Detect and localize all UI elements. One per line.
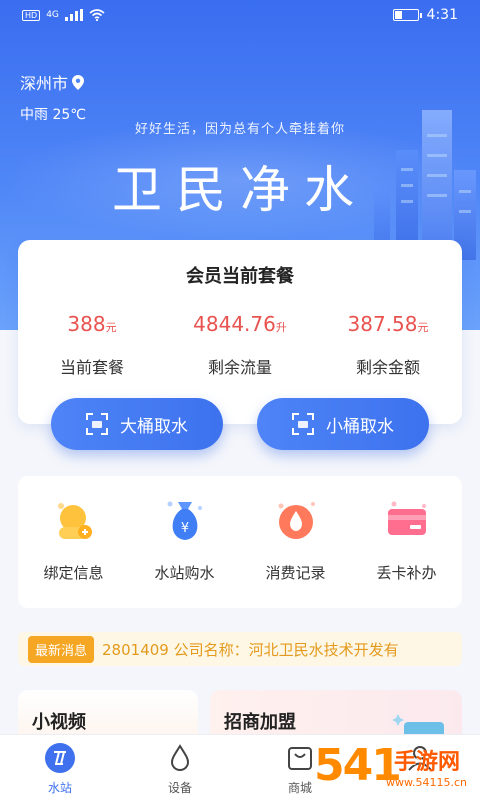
member-plan-card: 会员当前套餐 388元 当前套餐 4844.76升 剩余流量 387.58元 剩… xyxy=(18,240,462,424)
tab-label: 水站 xyxy=(47,781,72,795)
site-watermark: 541 手游网 www.54115.cn xyxy=(314,740,474,798)
hd-icon: HD xyxy=(22,9,41,21)
service-label: 绑定信息 xyxy=(43,564,104,582)
service-buy-water[interactable]: ¥ 水站购水 xyxy=(129,476,240,608)
stat-unit: 升 xyxy=(275,321,287,334)
news-text[interactable]: 2801409 公司名称：河北卫民水技术开发有 xyxy=(102,639,399,660)
stat-current-plan[interactable]: 388元 当前套餐 xyxy=(18,312,166,378)
service-consumption-record[interactable]: 消费记录 xyxy=(240,476,351,608)
big-bucket-button[interactable]: 大桶取水 xyxy=(51,398,223,450)
card-title: 会员当前套餐 xyxy=(186,266,294,287)
money-bag-icon: ¥ xyxy=(167,501,202,540)
tab-device[interactable]: 设备 xyxy=(120,735,240,800)
location-weather[interactable]: 深州市 中雨 25℃ xyxy=(20,70,86,124)
service-label: 水站购水 xyxy=(154,564,215,582)
network-label: 4G xyxy=(46,10,59,20)
tab-label: 商城 xyxy=(287,781,312,795)
stat-value: 388 xyxy=(67,312,106,336)
svg-text:¥: ¥ xyxy=(180,521,188,536)
brand-title: 卫民净水 xyxy=(112,161,368,219)
service-grid: 绑定信息 ¥ 水站购水 消费记录 丢卡补办 xyxy=(18,476,462,608)
water-station-icon xyxy=(45,743,75,773)
franchise-panel-title: 招商加盟 xyxy=(224,712,296,733)
status-time: 4:31 xyxy=(426,7,458,23)
signal-icon xyxy=(64,9,83,21)
service-bind-info[interactable]: 绑定信息 xyxy=(18,476,129,608)
video-panel-title: 小视频 xyxy=(32,712,86,733)
wifi-icon xyxy=(89,9,105,21)
watermark-domain: www.54115.cn xyxy=(386,776,467,789)
stat-label: 剩余金额 xyxy=(355,358,420,377)
service-label: 消费记录 xyxy=(265,564,326,582)
news-tag: 最新消息 xyxy=(28,635,95,663)
shop-bag-icon xyxy=(288,747,312,770)
hero-slogan: 好好生活，因为总有个人牵挂着你 xyxy=(134,122,345,137)
watermark-text: 手游网 xyxy=(394,750,461,775)
stat-label: 当前套餐 xyxy=(59,358,124,377)
card-icon xyxy=(387,501,426,535)
water-drop-icon xyxy=(278,502,315,539)
stat-label: 剩余流量 xyxy=(207,358,272,377)
city-name[interactable]: 深州市 xyxy=(20,70,68,94)
tab-label: 设备 xyxy=(167,781,192,795)
small-bucket-label: 小桶取水 xyxy=(326,416,394,437)
device-drop-icon xyxy=(170,744,190,772)
small-bucket-button[interactable]: 小桶取水 xyxy=(257,398,429,450)
stat-remaining-flow[interactable]: 4844.76升 剩余流量 xyxy=(166,312,314,378)
tab-water-station[interactable]: 水站 xyxy=(0,735,120,800)
status-bar: HD 4G 4:31 xyxy=(0,0,480,32)
stat-unit: 元 xyxy=(105,321,117,334)
news-ticker[interactable]: 最新消息 2801409 公司名称：河北卫民水技术开发有 xyxy=(18,632,462,666)
stat-unit: 元 xyxy=(417,321,429,334)
battery-icon xyxy=(392,9,422,21)
scan-icon xyxy=(86,413,108,435)
plan-stats: 388元 当前套餐 4844.76升 剩余流量 387.58元 剩余金额 xyxy=(18,312,462,378)
scan-icon xyxy=(292,413,314,435)
big-bucket-label: 大桶取水 xyxy=(120,416,188,437)
stat-value: 4844.76 xyxy=(193,312,276,336)
service-card-replacement[interactable]: 丢卡补办 xyxy=(351,476,462,608)
service-label: 丢卡补办 xyxy=(376,564,437,582)
location-pin-icon xyxy=(72,74,85,90)
stat-remaining-balance[interactable]: 387.58元 剩余金额 xyxy=(314,312,462,378)
user-bind-icon xyxy=(57,503,92,539)
stat-value: 387.58 xyxy=(347,312,418,336)
